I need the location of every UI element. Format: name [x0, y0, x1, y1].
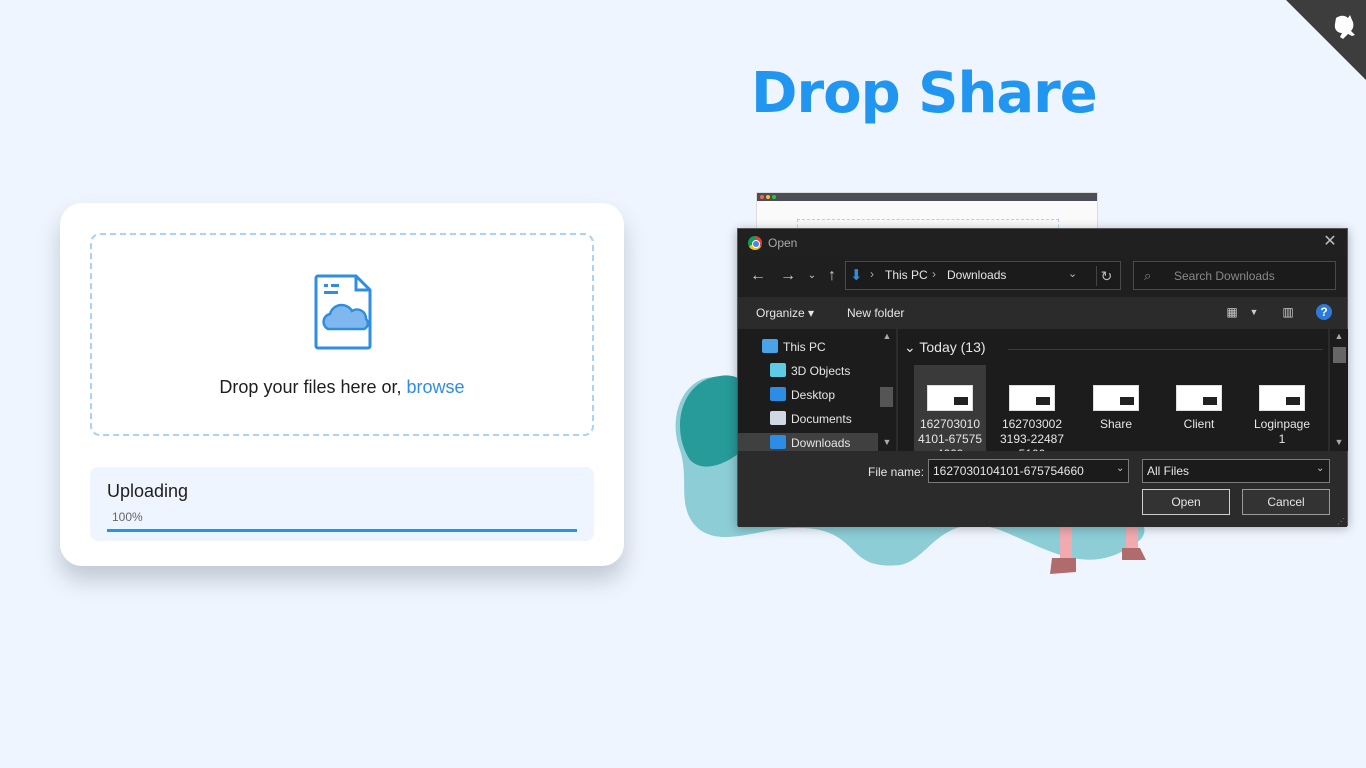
desktop-icon	[770, 387, 786, 401]
scroll-down-icon[interactable]: ▼	[882, 437, 892, 447]
file-tile[interactable]: 1627030104101-675754660	[914, 365, 986, 451]
recent-chevron-icon[interactable]: ⌄	[802, 265, 822, 287]
file-name-input[interactable]: 1627030104101-675754660	[928, 459, 1129, 483]
preview-pane-icon[interactable]: ▥	[1280, 304, 1296, 320]
file-label: 1627030023193-224875100	[999, 417, 1065, 451]
help-icon[interactable]: ?	[1316, 304, 1332, 320]
up-arrow-icon[interactable]: ↑	[822, 265, 842, 287]
chevron-right-icon: ›	[870, 267, 874, 281]
chevron-down-icon: ⌄	[904, 339, 916, 355]
download-folder-icon: ⬇	[850, 267, 863, 284]
download-icon	[770, 435, 786, 449]
forward-arrow-icon[interactable]: →	[778, 265, 798, 287]
chevron-down-icon[interactable]: ⌄	[1116, 463, 1124, 474]
file-tile[interactable]: Share	[1080, 365, 1152, 451]
search-placeholder: Search Downloads	[1174, 269, 1275, 283]
upload-card: Drop your files here or, browse Uploadin…	[60, 203, 624, 566]
file-scroll-thumb[interactable]	[1333, 347, 1346, 363]
dialog-toolbar: Organize ▾ New folder ▦ ▼ ▥ ?	[738, 297, 1347, 329]
progress-fill	[107, 529, 577, 532]
tree-item-documents[interactable]: Documents	[770, 411, 852, 431]
tree-item-downloads[interactable]: Downloads	[738, 433, 878, 451]
open-button[interactable]: Open	[1142, 489, 1230, 515]
file-label: Loginpage 1	[1253, 417, 1311, 446]
search-icon: ⌕	[1144, 268, 1152, 283]
dialog-footer: File name: 1627030104101-675754660 ⌄ All…	[738, 451, 1347, 527]
pc-icon	[762, 339, 778, 353]
file-list: ⌄ Today (13) 1627030104101-675754660 162…	[898, 329, 1328, 451]
browser-mockup	[756, 192, 1098, 233]
group-header[interactable]: ⌄ Today (13)	[904, 339, 986, 356]
scroll-up-icon[interactable]: ▲	[1334, 331, 1344, 341]
group-header-label: Today (13)	[919, 339, 986, 355]
dialog-title: Open	[768, 236, 798, 250]
file-thumbnail	[1176, 385, 1222, 411]
organize-label: Organize	[756, 306, 805, 320]
file-tile[interactable]: 1627030023193-224875100	[996, 365, 1068, 451]
chrome-icon	[748, 236, 762, 250]
chevron-down-icon[interactable]: ⌄	[1316, 463, 1324, 474]
tree-item-desktop[interactable]: Desktop	[770, 387, 835, 407]
organize-menu[interactable]: Organize ▾	[756, 306, 814, 320]
view-options-icon[interactable]: ▦	[1224, 304, 1240, 320]
document-icon	[770, 411, 786, 425]
file-open-dialog: Open ✕ ← → ⌄ ↑ ⬇ › This PC › Downloads ⌄…	[737, 228, 1348, 527]
cancel-button[interactable]: Cancel	[1242, 489, 1330, 515]
tree-scroll-thumb[interactable]	[880, 387, 893, 407]
scroll-down-icon[interactable]: ▼	[1334, 437, 1344, 447]
file-label: 1627030104101-675754660	[917, 417, 983, 451]
dialog-titlebar: Open ✕	[738, 229, 1347, 257]
chevron-down-icon[interactable]: ⌄	[1068, 267, 1077, 280]
file-thumbnail	[1093, 385, 1139, 411]
upload-percent: 100%	[112, 510, 143, 524]
navigation-tree: This PC 3D Objects Desktop Documents Dow…	[738, 329, 896, 451]
cloud-file-icon	[314, 274, 372, 350]
chevron-right-icon: ›	[932, 267, 936, 281]
file-label: Client	[1183, 417, 1215, 431]
search-box[interactable]: ⌕ Search Downloads	[1133, 261, 1336, 290]
file-thumbnail	[1259, 385, 1305, 411]
progress-track	[107, 529, 577, 532]
upload-progress: Uploading 100%	[90, 467, 594, 541]
cube-icon	[770, 363, 786, 377]
drop-instructions: Drop your files here or, browse	[92, 377, 592, 398]
browse-link[interactable]: browse	[407, 377, 465, 397]
refresh-icon[interactable]: ↻	[1096, 266, 1116, 286]
file-tile[interactable]: Client	[1163, 365, 1235, 451]
file-type-select[interactable]: All Files	[1142, 459, 1330, 483]
back-arrow-icon[interactable]: ←	[748, 265, 768, 287]
divider	[1008, 349, 1323, 350]
file-list-scrollbar[interactable]: ▲ ▼	[1330, 329, 1348, 451]
dialog-navbar: ← → ⌄ ↑ ⬇ › This PC › Downloads ⌄ ↻ ⌕ Se…	[738, 257, 1347, 297]
tree-item-3d-objects[interactable]: 3D Objects	[770, 363, 850, 383]
breadcrumb-this-pc[interactable]: This PC	[885, 268, 928, 282]
file-label: Share	[1099, 417, 1133, 431]
tree-scrollbar[interactable]: ▲ ▼	[878, 329, 896, 451]
file-thumbnail	[1009, 385, 1055, 411]
chevron-down-icon[interactable]: ▼	[1246, 304, 1262, 320]
file-tile[interactable]: Loginpage 1	[1246, 365, 1318, 451]
drop-zone[interactable]: Drop your files here or, browse	[90, 233, 594, 436]
page-title: Drop Share	[751, 61, 1098, 126]
tree-item-this-pc[interactable]: This PC	[762, 339, 826, 359]
address-bar[interactable]: ⬇ › This PC › Downloads ⌄ ↻	[845, 261, 1121, 290]
file-name-label: File name:	[868, 465, 925, 479]
scroll-up-icon[interactable]: ▲	[882, 331, 892, 341]
github-corner-icon[interactable]	[1286, 0, 1366, 80]
file-thumbnail	[927, 385, 973, 411]
upload-status-label: Uploading	[107, 481, 189, 501]
drop-text: Drop your files here or,	[219, 377, 402, 397]
breadcrumb-downloads[interactable]: Downloads	[947, 268, 1006, 282]
resize-grip-icon[interactable]: ⋰	[1337, 517, 1345, 526]
new-folder-button[interactable]: New folder	[847, 306, 904, 320]
close-icon[interactable]: ✕	[1321, 233, 1339, 251]
